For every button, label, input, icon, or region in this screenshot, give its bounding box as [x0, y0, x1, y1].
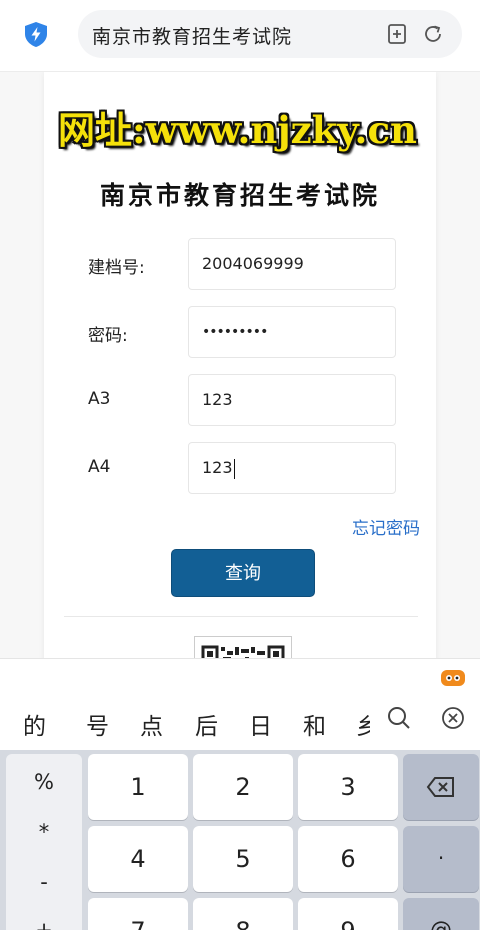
symbol-asterisk[interactable]: *	[6, 820, 82, 844]
candidate-1[interactable]: 的	[23, 707, 46, 741]
a3-input[interactable]: 123	[188, 374, 396, 426]
text-caret	[233, 458, 235, 479]
candidate-2[interactable]: 号	[86, 707, 109, 741]
ime-candidate-bar: 的 号 点 后 日 和 乡	[0, 658, 480, 750]
backspace-key[interactable]	[403, 754, 479, 820]
file-number-label: 建档号:	[88, 258, 145, 278]
numeric-keyboard: % * - + 1 2 3 4 5 6 · 7 8 9 @	[0, 750, 480, 930]
form-row-password: 密码: •••••••••	[88, 306, 398, 358]
browser-address-bar: 南京市教育招生考试院	[0, 0, 480, 72]
form-row-a3: A3 123	[88, 374, 398, 426]
divider	[64, 616, 418, 617]
forgot-password-link[interactable]: 忘记密码	[352, 514, 420, 539]
url-field[interactable]: 南京市教育招生考试院	[78, 10, 462, 58]
key-9[interactable]: 9	[298, 898, 398, 930]
page-title: 南京市教育招生考试院	[99, 181, 380, 210]
candidate-7[interactable]: 乡	[356, 707, 370, 741]
key-1[interactable]: 1	[88, 754, 188, 820]
query-button[interactable]: 查询	[171, 549, 315, 597]
candidate-3[interactable]: 点	[140, 707, 163, 741]
qr-code-image	[194, 636, 292, 658]
search-icon[interactable]	[386, 705, 412, 731]
web-page: 网址:www.njzky.cn 南京市教育招生考试院 建档号: 20040699…	[0, 72, 480, 658]
url-overlay-text: 网址:www.njzky.cn	[58, 108, 417, 152]
a4-input-value: 123	[202, 458, 233, 477]
password-input[interactable]: •••••••••	[188, 306, 396, 358]
file-number-input[interactable]: 2004069999	[188, 238, 396, 290]
url-text: 南京市教育招生考试院	[92, 26, 293, 48]
candidate-5[interactable]: 日	[249, 707, 272, 741]
key-5[interactable]: 5	[193, 826, 293, 892]
a4-input[interactable]: 123	[188, 442, 396, 494]
symbol-percent[interactable]: %	[6, 770, 82, 794]
dot-key[interactable]: ·	[403, 826, 479, 892]
a3-label: A3	[88, 389, 111, 409]
bookmark-add-icon[interactable]	[386, 23, 408, 45]
symbol-column: % * - +	[6, 754, 82, 930]
symbol-plus[interactable]: +	[6, 918, 82, 930]
symbol-minus[interactable]: -	[6, 870, 82, 894]
ime-logo-icon[interactable]	[440, 667, 466, 689]
qr-code-pattern	[201, 645, 285, 658]
password-label: 密码:	[88, 326, 128, 346]
form-row-a4: A4 123	[88, 442, 398, 494]
key-8[interactable]: 8	[193, 898, 293, 930]
key-7[interactable]: 7	[88, 898, 188, 930]
a4-label: A4	[88, 457, 111, 477]
shield-icon[interactable]	[22, 20, 50, 48]
key-3[interactable]: 3	[298, 754, 398, 820]
key-6[interactable]: 6	[298, 826, 398, 892]
candidate-6[interactable]: 和	[303, 707, 326, 741]
key-4[interactable]: 4	[88, 826, 188, 892]
at-key[interactable]: @	[403, 898, 479, 930]
close-circle-icon[interactable]	[440, 705, 466, 731]
form-row-file-number: 建档号: 2004069999	[88, 238, 398, 290]
backspace-icon	[426, 777, 454, 797]
candidate-4[interactable]: 后	[195, 707, 218, 741]
reload-icon[interactable]	[422, 23, 444, 45]
key-2[interactable]: 2	[193, 754, 293, 820]
